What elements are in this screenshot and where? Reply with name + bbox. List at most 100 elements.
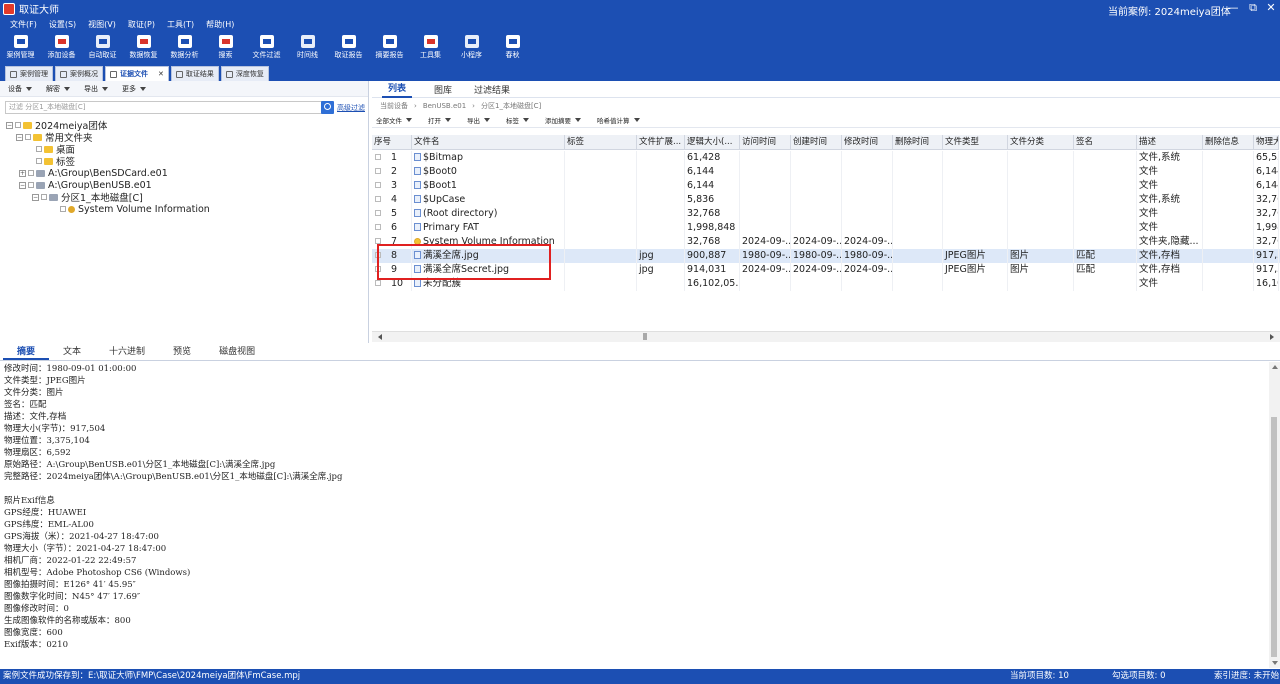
column-header-tag[interactable]: 标签: [565, 135, 637, 150]
checkbox[interactable]: [36, 158, 42, 164]
advanced-filter-link[interactable]: 高级过滤: [337, 103, 365, 113]
close-tab-icon[interactable]: ✕: [158, 70, 164, 78]
collapse-icon[interactable]: −: [6, 121, 13, 129]
tree-node-common-folders[interactable]: − 常用文件夹: [16, 131, 93, 144]
row-checkbox[interactable]: [375, 280, 381, 286]
column-header-signature[interactable]: 签名: [1074, 135, 1137, 150]
tab-text[interactable]: 文本: [49, 346, 95, 360]
tab-summary[interactable]: 摘要: [3, 346, 50, 360]
case-management-button[interactable]: 案例管理: [0, 31, 41, 64]
column-header-file-type[interactable]: 文件类型: [943, 135, 1008, 150]
scroll-right-icon[interactable]: [1270, 334, 1274, 340]
file-filter-button[interactable]: 文件过滤: [246, 31, 287, 64]
checkbox[interactable]: [28, 182, 34, 188]
collapse-icon[interactable]: −: [32, 193, 39, 201]
checkbox[interactable]: [28, 170, 34, 176]
all-files-dropdown[interactable]: 全部文件: [376, 115, 412, 125]
scroll-up-icon[interactable]: [1272, 365, 1278, 369]
more-dropdown[interactable]: 更多: [122, 84, 146, 94]
column-header-physical-size[interactable]: 物理大: [1254, 135, 1279, 150]
auto-forensics-button[interactable]: 自动取证: [82, 31, 123, 64]
table-row[interactable]: 2 $Boot0 6,144 文件 6,144: [372, 165, 1280, 179]
tree-node-system-volume-info[interactable]: System Volume Information: [60, 203, 210, 215]
row-checkbox[interactable]: [375, 168, 381, 174]
row-checkbox[interactable]: [375, 224, 381, 230]
export-list-dropdown[interactable]: 导出: [467, 115, 490, 125]
column-header-extension[interactable]: 文件扩展...: [637, 135, 685, 150]
collapse-icon[interactable]: −: [16, 133, 23, 141]
tab-disk-view[interactable]: 磁盘视图: [205, 346, 269, 360]
menu-forensics[interactable]: 取证(P): [128, 19, 155, 30]
horizontal-scrollbar[interactable]: [372, 331, 1280, 342]
scroll-thumb[interactable]: [643, 333, 647, 340]
search-button[interactable]: 搜索: [205, 31, 246, 64]
minimize-button[interactable]: —: [1224, 1, 1242, 14]
menu-tools[interactable]: 工具(T): [167, 19, 194, 30]
expand-icon[interactable]: +: [19, 169, 26, 177]
timeline-button[interactable]: 时间线: [287, 31, 328, 64]
tab-gallery[interactable]: 图库: [434, 83, 452, 96]
column-header-description[interactable]: 描述: [1137, 135, 1203, 150]
scroll-thumb[interactable]: [1271, 417, 1277, 657]
tab-filter-results[interactable]: 过滤结果: [474, 83, 510, 96]
tab-case-management[interactable]: 案例管理: [5, 66, 53, 81]
scroll-down-icon[interactable]: [1272, 661, 1278, 665]
scroll-left-icon[interactable]: [378, 334, 382, 340]
maximize-button[interactable]: ⧉: [1244, 1, 1262, 15]
chunqiu-button[interactable]: 春秋: [492, 31, 533, 64]
row-checkbox[interactable]: [375, 154, 381, 160]
table-row[interactable]: 5 (Root directory) 32,768 文件 32,76: [372, 207, 1280, 221]
checkbox[interactable]: [41, 194, 47, 200]
vertical-scrollbar[interactable]: [1269, 362, 1280, 668]
toolset-button[interactable]: 工具集: [410, 31, 451, 64]
decrypt-dropdown[interactable]: 解密: [46, 84, 70, 94]
summary-report-button[interactable]: 摘要报告: [369, 31, 410, 64]
checkbox[interactable]: [36, 146, 42, 152]
row-checkbox[interactable]: [375, 182, 381, 188]
tab-evidence-files[interactable]: 证据文件 ✕: [105, 66, 169, 81]
menu-settings[interactable]: 设置(S): [49, 19, 76, 30]
table-row[interactable]: 6 Primary FAT 1,998,848 文件 1,998: [372, 221, 1280, 235]
column-header-logical-size[interactable]: 逻辑大小(...: [685, 135, 740, 150]
column-header-file-category[interactable]: 文件分类: [1008, 135, 1074, 150]
column-header-access-time[interactable]: 访问时间: [740, 135, 791, 150]
checkbox[interactable]: [15, 122, 21, 128]
tab-preview[interactable]: 预览: [159, 346, 205, 360]
column-header-create-time[interactable]: 创建时间: [791, 135, 842, 150]
checkbox[interactable]: [25, 134, 31, 140]
menu-view[interactable]: 视图(V): [88, 19, 116, 30]
collapse-icon[interactable]: −: [19, 181, 26, 189]
export-dropdown[interactable]: 导出: [84, 84, 108, 94]
add-summary-dropdown[interactable]: 添加摘要: [545, 115, 581, 125]
add-device-button[interactable]: 添加设备: [41, 31, 82, 64]
table-row[interactable]: 3 $Boot1 6,144 文件 6,144: [372, 179, 1280, 193]
menu-file[interactable]: 文件(F): [10, 19, 37, 30]
checkbox[interactable]: [60, 206, 66, 212]
column-header-filename[interactable]: 文件名: [412, 135, 565, 150]
hash-dropdown[interactable]: 哈希值计算: [597, 115, 640, 125]
column-header-index[interactable]: 序号: [372, 135, 412, 150]
data-analysis-button[interactable]: 数据分析: [164, 31, 205, 64]
data-recovery-button[interactable]: 数据恢复: [123, 31, 164, 64]
tag-dropdown[interactable]: 标签: [506, 115, 529, 125]
device-dropdown[interactable]: 设备: [8, 84, 32, 94]
forensic-report-button[interactable]: 取证报告: [328, 31, 369, 64]
tree-node-partition[interactable]: − 分区1_本地磁盘[C]: [32, 191, 143, 204]
table-row[interactable]: 4 $UpCase 5,836 文件,系统 32,76: [372, 193, 1280, 207]
tree-node-tags[interactable]: 标签: [36, 155, 75, 168]
tab-list[interactable]: 列表: [382, 81, 413, 98]
tab-deep-recovery[interactable]: 深度恢复: [220, 66, 269, 81]
search-icon[interactable]: [321, 101, 334, 114]
column-header-modify-time[interactable]: 修改时间: [842, 135, 893, 150]
row-checkbox[interactable]: [375, 210, 381, 216]
table-row[interactable]: 1 $Bitmap 61,428 文件,系统 65,53: [372, 151, 1280, 165]
row-checkbox[interactable]: [375, 196, 381, 202]
tab-forensic-results[interactable]: 取证结果: [170, 66, 219, 81]
column-header-delete-info[interactable]: 删除信息: [1203, 135, 1254, 150]
tab-case-overview[interactable]: 案例概况: [55, 66, 103, 81]
menu-help[interactable]: 帮助(H): [206, 19, 234, 30]
column-header-delete-time[interactable]: 删除时间: [893, 135, 943, 150]
filter-input[interactable]: 过滤 分区1_本地磁盘[C]: [5, 101, 333, 114]
open-dropdown[interactable]: 打开: [428, 115, 451, 125]
tree-node-sdcard-image[interactable]: + A:\Group\BenSDCard.e01: [19, 167, 168, 179]
